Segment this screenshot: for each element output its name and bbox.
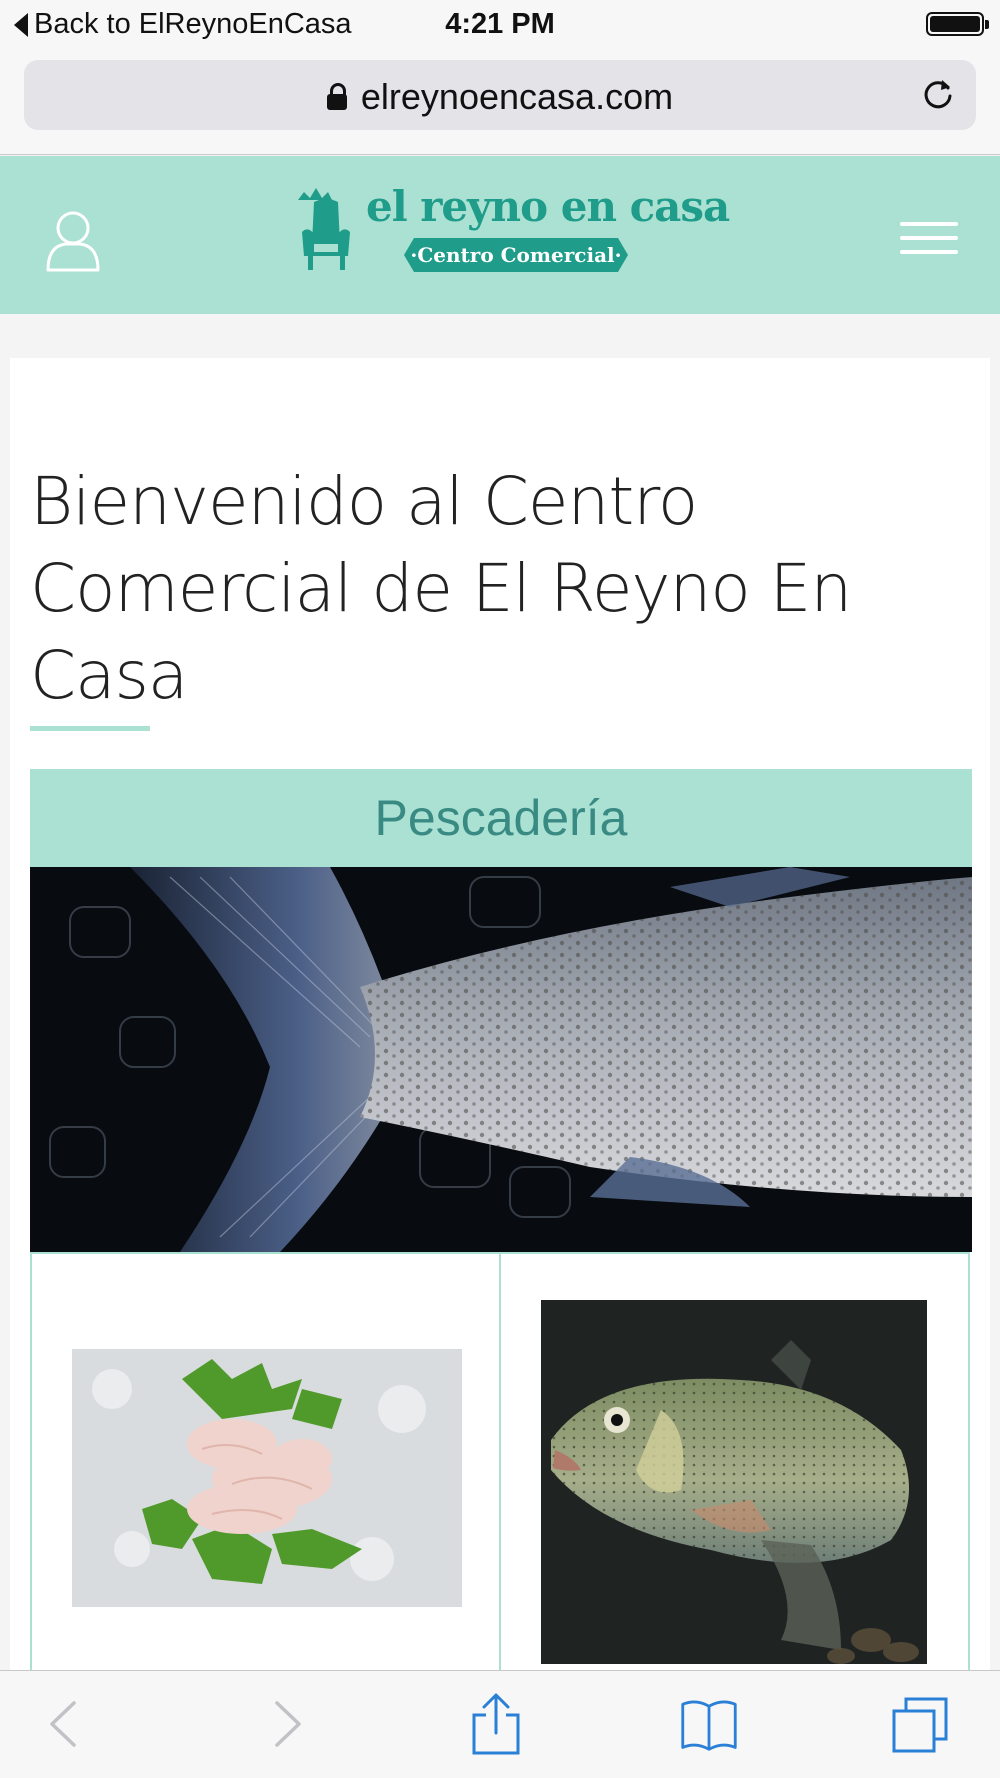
tabs-icon[interactable] bbox=[890, 1693, 950, 1755]
page-title: Bienvenido al Centro Comercial de El Rey… bbox=[30, 463, 852, 714]
battery-icon bbox=[926, 12, 989, 36]
url-text: elreynoencasa.com bbox=[360, 76, 674, 117]
product-image-trout[interactable] bbox=[541, 1300, 927, 1664]
site-logo[interactable]: el reyno en casa ·Centro Comercial· bbox=[288, 182, 730, 282]
reload-icon[interactable] bbox=[920, 76, 956, 112]
title-underline bbox=[30, 726, 150, 731]
product-image-fish-fillets[interactable] bbox=[72, 1349, 462, 1607]
lock-icon bbox=[326, 83, 347, 110]
bookmarks-icon[interactable] bbox=[679, 1693, 739, 1755]
browser-toolbar bbox=[0, 1670, 1000, 1778]
address-bar[interactable]: elreynoencasa.com bbox=[24, 60, 976, 130]
content-card: Bienvenido al Centro Comercial de El Rey… bbox=[10, 358, 990, 1778]
address-display[interactable]: elreynoencasa.com bbox=[24, 76, 976, 118]
logo-tagline: ·Centro Comercial· bbox=[404, 238, 628, 272]
hamburger-menu-icon[interactable] bbox=[900, 222, 958, 258]
back-arrow-icon[interactable] bbox=[36, 1693, 96, 1755]
status-bar: Back to ElReynoEnCasa 4:21 PM bbox=[0, 0, 1000, 52]
user-icon[interactable] bbox=[44, 208, 102, 272]
status-time: 4:21 PM bbox=[445, 8, 555, 40]
forward-arrow-icon[interactable] bbox=[255, 1693, 315, 1755]
logo-text: el reyno en casa bbox=[366, 182, 730, 231]
hero-fish-image[interactable] bbox=[30, 867, 972, 1252]
site-header: el reyno en casa ·Centro Comercial· bbox=[0, 156, 1000, 314]
armchair-crown-icon bbox=[298, 188, 350, 270]
browser-address-area: elreynoencasa.com bbox=[0, 52, 1000, 155]
share-icon[interactable] bbox=[466, 1693, 526, 1755]
page: Back to ElReynoEnCasa 4:21 PM elreynoenc… bbox=[0, 0, 1000, 1778]
section-header-pescaderia[interactable]: Pescadería bbox=[30, 769, 972, 867]
